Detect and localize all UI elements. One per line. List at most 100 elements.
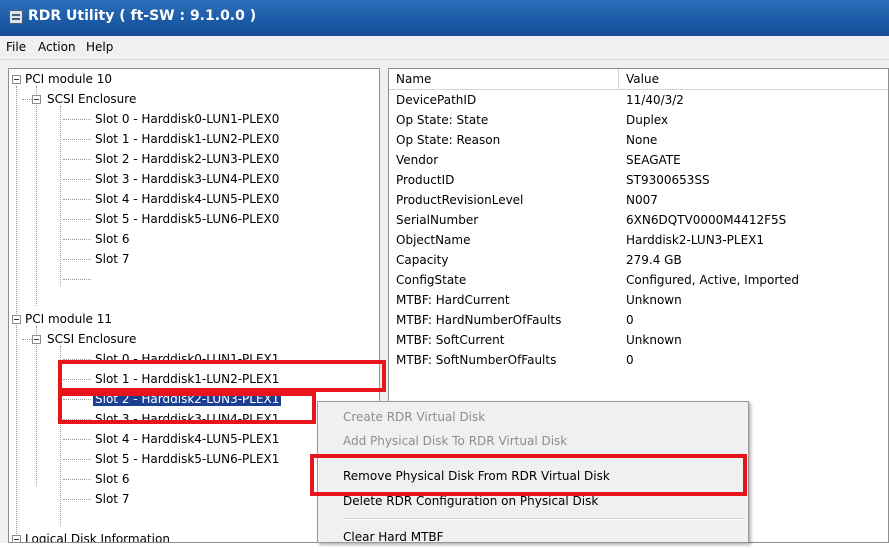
property-value: 0 <box>626 313 634 327</box>
tree-node-label: Slot 5 - Harddisk5-LUN6-PLEX1 <box>95 452 280 466</box>
tree-node-slot[interactable]: Slot 6 <box>93 469 131 489</box>
tree-node-label: Slot 0 - Harddisk0-LUN1-PLEX0 <box>95 112 280 126</box>
property-name: Vendor <box>396 153 439 167</box>
tree-node-label: Slot 5 - Harddisk5-LUN6-PLEX0 <box>95 212 280 226</box>
rdr-utility-window: RDR Utility ( ft-SW : 9.1.0.0 ) File Act… <box>0 0 889 544</box>
tree-node-pci-module-11[interactable]: PCI module 11 <box>23 309 114 329</box>
window-title: RDR Utility ( ft-SW : 9.1.0.0 ) <box>28 8 257 24</box>
highlight-box-slot-1 <box>58 360 386 392</box>
tree-node-label: Slot 1 - Harddisk1-LUN2-PLEX0 <box>95 132 280 146</box>
property-value: None <box>626 133 658 147</box>
column-header-value[interactable]: Value <box>619 69 888 90</box>
property-name: MTBF: HardNumberOfFaults <box>396 313 562 327</box>
property-value: Configured, Active, Imported <box>626 273 799 287</box>
tree-node-label: Slot 4 - Harddisk4-LUN5-PLEX1 <box>95 432 280 446</box>
property-name: ConfigState <box>396 273 467 287</box>
property-row[interactable]: MTBF: HardCurrent Unknown <box>389 290 888 310</box>
tree-node-slot[interactable]: Slot 6 <box>93 229 131 249</box>
collapse-icon[interactable] <box>32 335 41 344</box>
collapse-icon[interactable] <box>12 315 21 324</box>
property-name: Op State: Reason <box>396 133 501 147</box>
tree-node-label: Slot 3 - Harddisk3-LUN4-PLEX0 <box>95 172 280 186</box>
tree-node-label: Slot 2 - Harddisk2-LUN3-PLEX0 <box>95 152 280 166</box>
property-row[interactable]: ObjectName Harddisk2-LUN3-PLEX1 <box>389 230 888 250</box>
tree-node-slot[interactable]: Slot 5 - Harddisk5-LUN6-PLEX0 <box>93 209 281 229</box>
tree-connector <box>63 499 91 500</box>
tree-connector <box>63 199 91 200</box>
property-row[interactable]: MTBF: SoftCurrent Unknown <box>389 330 888 350</box>
highlight-box-remove-physical-disk <box>310 454 747 496</box>
menu-file[interactable]: File <box>6 40 26 54</box>
property-name: Capacity <box>396 253 449 267</box>
tree-connector <box>60 106 61 286</box>
property-row[interactable]: Vendor SEAGATE <box>389 150 888 170</box>
property-value: SEAGATE <box>626 153 681 167</box>
tree-node-slot[interactable]: Slot 5 - Harddisk5-LUN6-PLEX1 <box>93 449 281 469</box>
menu-item-clear-hard-mtbf[interactable]: Clear Hard MTBF <box>318 526 748 548</box>
tree-connector <box>63 279 91 280</box>
property-row[interactable]: MTBF: SoftNumberOfFaults 0 <box>389 350 888 370</box>
tree-connector <box>63 439 91 440</box>
tree-node-slot[interactable]: Slot 3 - Harddisk3-LUN4-PLEX0 <box>93 169 281 189</box>
property-value: Duplex <box>626 113 669 127</box>
property-value: ST9300653SS <box>626 173 710 187</box>
tree-node-slot[interactable]: Slot 4 - Harddisk4-LUN5-PLEX0 <box>93 189 281 209</box>
tree-node-label: SCSI Enclosure <box>47 92 137 106</box>
app-icon <box>9 10 23 24</box>
property-row[interactable]: ConfigState Configured, Active, Imported <box>389 270 888 290</box>
property-name: MTBF: HardCurrent <box>396 293 510 307</box>
menu-item-add-physical-disk[interactable]: Add Physical Disk To RDR Virtual Disk <box>318 430 748 452</box>
property-row[interactable]: Op State: State Duplex <box>389 110 888 130</box>
menu-item-create-rdr-virtual-disk[interactable]: Create RDR Virtual Disk <box>318 406 748 428</box>
tree-node-slot[interactable]: Slot 2 - Harddisk2-LUN3-PLEX0 <box>93 149 281 169</box>
highlight-box-slot-2 <box>58 392 316 424</box>
property-name: SerialNumber <box>396 213 479 227</box>
menu-action[interactable]: Action <box>38 40 76 54</box>
tree-connector <box>36 86 37 306</box>
tree-node-slot[interactable]: Slot 0 - Harddisk0-LUN1-PLEX0 <box>93 109 281 129</box>
property-value: 279.4 GB <box>626 253 682 267</box>
tree-node-slot[interactable]: Slot 4 - Harddisk4-LUN5-PLEX1 <box>93 429 281 449</box>
tree-node-label: PCI module 10 <box>25 72 113 86</box>
property-row[interactable]: SerialNumber 6XN6DQTV0000M4412F5S <box>389 210 888 230</box>
menu-bar: File Action Help <box>0 36 889 60</box>
tree-node-label: Slot 6 <box>95 232 130 246</box>
property-row[interactable]: ProductRevisionLevel N007 <box>389 190 888 210</box>
property-name: Op State: State <box>396 113 489 127</box>
menu-help[interactable]: Help <box>86 40 113 54</box>
tree-connector <box>63 239 91 240</box>
property-name: ProductRevisionLevel <box>396 193 524 207</box>
title-bar[interactable]: RDR Utility ( ft-SW : 9.1.0.0 ) <box>0 0 889 36</box>
property-row[interactable]: Op State: Reason None <box>389 130 888 150</box>
tree-node-label: PCI module 11 <box>25 312 113 326</box>
tree-connector <box>63 119 91 120</box>
tree-connector <box>36 326 37 486</box>
property-name: ProductID <box>396 173 455 187</box>
tree-connector <box>63 159 91 160</box>
collapse-icon[interactable] <box>12 75 21 84</box>
tree-node-slot[interactable]: Slot 7 <box>93 249 131 269</box>
tree-node-slot[interactable]: Slot 7 <box>93 489 131 509</box>
tree-node-logical-disk-information[interactable]: Logical Disk Information <box>23 529 172 543</box>
property-row[interactable]: MTBF: HardNumberOfFaults 0 <box>389 310 888 330</box>
property-name: MTBF: SoftCurrent <box>396 333 505 347</box>
property-value: N007 <box>626 193 658 207</box>
property-row[interactable]: Capacity 279.4 GB <box>389 250 888 270</box>
collapse-icon[interactable] <box>32 95 41 104</box>
property-row[interactable]: DevicePathID 11/40/3/2 <box>389 90 888 110</box>
property-row[interactable]: ProductID ST9300653SS <box>389 170 888 190</box>
tree-connector <box>63 219 91 220</box>
tree-node-slot[interactable]: Slot 1 - Harddisk1-LUN2-PLEX0 <box>93 129 281 149</box>
tree-node-label: Slot 6 <box>95 472 130 486</box>
tree-node-scsi-enclosure[interactable]: SCSI Enclosure <box>45 89 138 109</box>
property-name: ObjectName <box>396 233 471 247</box>
tree-node-pci-module-10[interactable]: PCI module 10 <box>23 69 114 89</box>
property-value: 6XN6DQTV0000M4412F5S <box>626 213 787 227</box>
tree-node-label: Logical Disk Information <box>25 532 170 543</box>
property-value: Unknown <box>626 293 682 307</box>
column-header-name[interactable]: Name <box>389 69 619 90</box>
tree-node-label: Slot 4 - Harddisk4-LUN5-PLEX0 <box>95 192 280 206</box>
collapse-icon[interactable] <box>12 535 21 542</box>
property-value: Harddisk2-LUN3-PLEX1 <box>626 233 765 247</box>
tree-node-scsi-enclosure[interactable]: SCSI Enclosure <box>45 329 138 349</box>
